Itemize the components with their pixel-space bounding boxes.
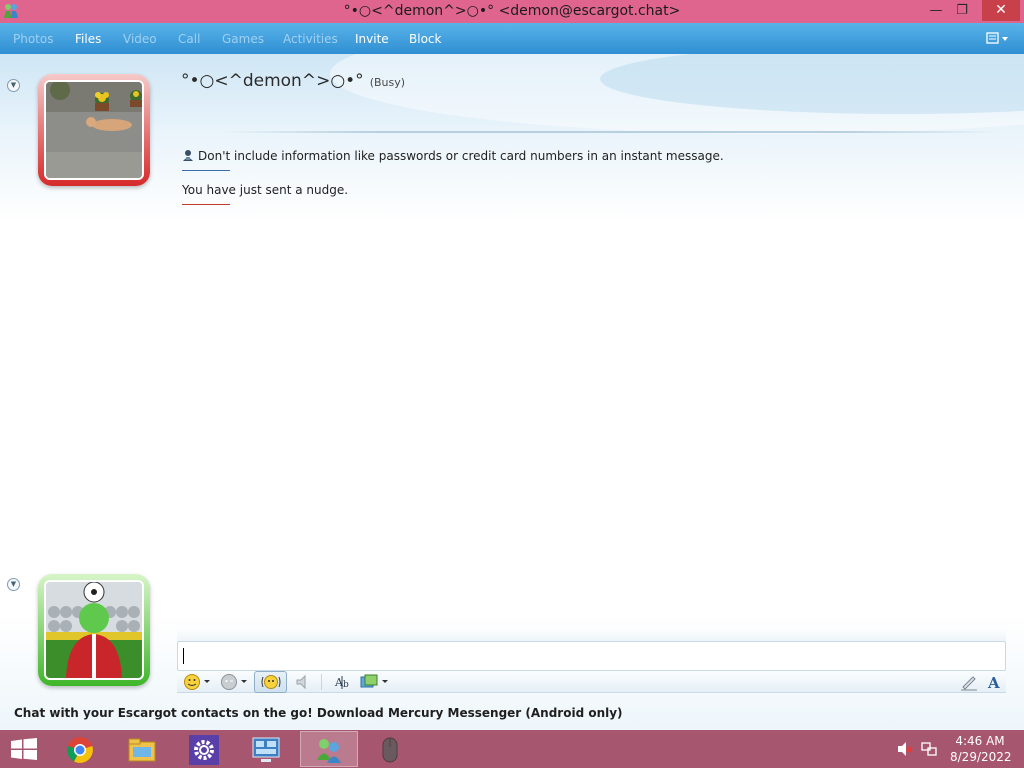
message-separator (182, 170, 230, 171)
message-separator (182, 204, 230, 205)
header-divider (220, 131, 1000, 133)
conversation-area: ▼ °•○<^demon^>○•° (Busy) Don't include i… (0, 54, 1024, 730)
menu-video[interactable]: Video (123, 32, 157, 46)
messenger-icon (317, 739, 341, 763)
volume-muted-icon[interactable] (897, 741, 913, 757)
contact-avatar[interactable] (38, 74, 150, 186)
taskbar-mouse-app[interactable] (362, 731, 420, 767)
voice-clip-icon[interactable] (294, 673, 312, 691)
clock-time: 4:46 AM (955, 734, 1005, 748)
layout-options-icon[interactable] (986, 32, 1010, 46)
background-dropdown-icon[interactable] (382, 680, 388, 683)
contact-name: °•○<^demon^>○•° (Busy) (181, 71, 405, 91)
taskbar-messenger[interactable] (300, 731, 358, 767)
windows-start-icon[interactable] (8, 738, 40, 760)
warning-text: Don't include information like passwords… (198, 149, 724, 163)
font-icon[interactable]: A b (334, 673, 352, 691)
menu-activities[interactable]: Activities (283, 32, 338, 46)
promo-banner[interactable]: Chat with your Escargot contacts on the … (14, 706, 623, 720)
taskbar-chrome[interactable] (52, 731, 110, 767)
contact-status: (Busy) (369, 76, 406, 89)
security-warning-message: Don't include information like passwords… (182, 149, 724, 163)
security-icon (183, 150, 193, 161)
system-clock[interactable]: 4:46 AM 8/29/2022 (950, 733, 1012, 765)
taskbar-settings[interactable] (176, 731, 234, 767)
svg-text:b: b (343, 680, 349, 690)
toolbar-separator (321, 674, 322, 690)
mouse-icon (382, 737, 398, 763)
title-bar: °•○<^demon^>○•° <demon@escargot.chat> — … (0, 0, 1024, 23)
clock-date: 8/29/2022 (950, 750, 1012, 764)
settings-icon (189, 735, 219, 765)
emoticon-icon[interactable] (183, 673, 201, 691)
self-display-picture (44, 580, 144, 680)
self-expand-button[interactable]: ▼ (7, 578, 20, 591)
background-icon[interactable] (360, 673, 378, 691)
menu-invite[interactable]: Invite (355, 32, 389, 46)
window-title: °•○<^demon^>○•° <demon@escargot.chat> (343, 3, 681, 19)
chrome-icon (67, 737, 93, 763)
file-explorer-icon (128, 738, 156, 762)
nudge-icon (261, 675, 281, 689)
menu-bar: Photos Files Video Call Games Activities… (0, 23, 1024, 54)
taskbar-control-panel[interactable] (238, 731, 296, 767)
menu-block[interactable]: Block (409, 32, 441, 46)
contact-display-picture (44, 80, 144, 180)
network-icon[interactable] (921, 741, 937, 757)
menu-files[interactable]: Files (75, 32, 101, 46)
control-panel-icon (252, 737, 280, 762)
contact-display-name: °•○<^demon^>○•° (181, 71, 364, 91)
message-input[interactable] (177, 641, 1006, 671)
close-button[interactable]: ✕ (982, 0, 1020, 21)
handwriting-icon[interactable] (960, 673, 978, 691)
contact-expand-button[interactable]: ▼ (7, 79, 20, 92)
svg-text:A: A (987, 674, 1000, 691)
nudge-message: You have just sent a nudge. (182, 183, 349, 197)
maximize-button[interactable]: ❐ (946, 0, 978, 21)
taskbar-file-explorer[interactable] (114, 731, 172, 767)
nudge-button[interactable] (254, 671, 287, 693)
compose-shade (177, 629, 1006, 641)
cat-photo-icon (46, 82, 142, 178)
taskbar: 4:46 AM 8/29/2022 (0, 730, 1024, 768)
text-caret (183, 648, 184, 664)
soccer-avatar-icon (46, 582, 142, 678)
menu-call[interactable]: Call (178, 32, 200, 46)
compose-toolbar: A b A (177, 671, 1006, 693)
menu-games[interactable]: Games (222, 32, 264, 46)
wink-dropdown-icon[interactable] (241, 680, 247, 683)
self-avatar[interactable] (38, 574, 150, 686)
emoticon-dropdown-icon[interactable] (204, 680, 210, 683)
menu-photos[interactable]: Photos (13, 32, 53, 46)
text-format-icon[interactable]: A (985, 673, 1003, 691)
wink-icon[interactable] (220, 673, 238, 691)
